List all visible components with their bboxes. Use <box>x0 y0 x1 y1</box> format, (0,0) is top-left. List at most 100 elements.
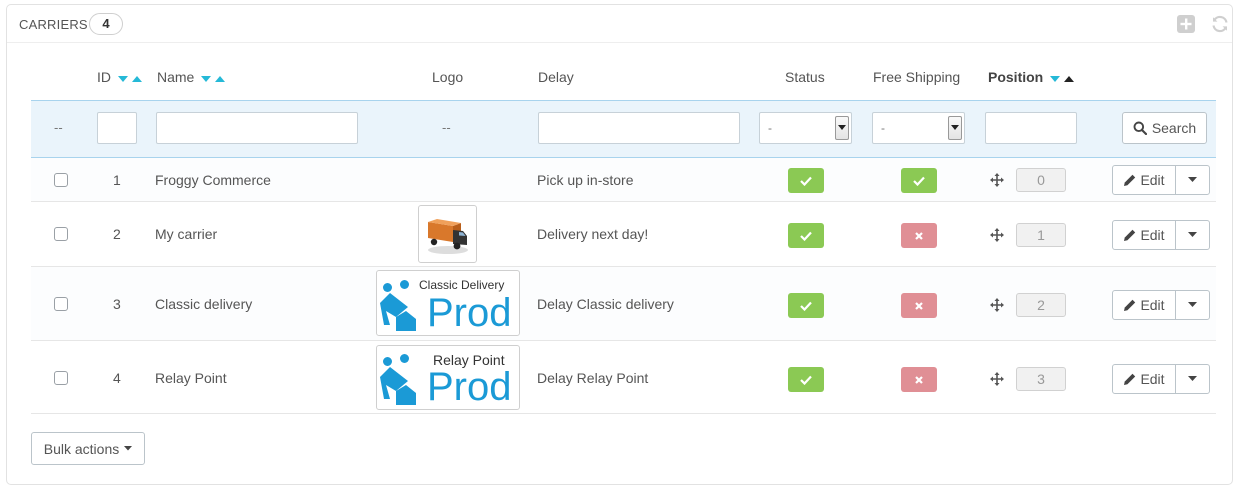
carrier-id: 3 <box>113 296 121 312</box>
column-label: ID <box>97 69 111 85</box>
truck-icon <box>428 219 468 254</box>
logo-filter-placeholder: -- <box>442 120 451 135</box>
selected-value: - <box>881 121 885 135</box>
row-actions: Edit <box>1112 220 1210 250</box>
bulk-actions-button[interactable]: Bulk actions <box>31 432 145 465</box>
filter-free-shipping-select[interactable]: - <box>872 112 965 144</box>
chevron-down-icon <box>951 125 959 130</box>
edit-button[interactable]: Edit <box>1113 291 1176 319</box>
row-checkbox[interactable] <box>54 297 68 311</box>
drag-handle[interactable] <box>990 173 1004 190</box>
position-value: 3 <box>1016 367 1066 391</box>
sort-asc-icon[interactable] <box>1064 75 1075 83</box>
table-row: 3 Classic delivery Classic Delivery Prod… <box>31 267 1216 341</box>
free-shipping-disabled-toggle[interactable] <box>901 223 937 248</box>
edit-label: Edit <box>1140 371 1165 387</box>
prod-logo-icon <box>380 280 416 331</box>
sort-controls-position <box>1050 70 1075 86</box>
search-button[interactable]: Search <box>1122 112 1207 144</box>
carrier-id: 2 <box>113 226 121 242</box>
sort-controls-name <box>201 70 226 86</box>
filter-delay-input[interactable] <box>538 112 740 144</box>
status-enabled-toggle[interactable] <box>788 367 824 392</box>
filter-position-input[interactable] <box>985 112 1077 144</box>
bulk-actions-label: Bulk actions <box>43 440 120 457</box>
prod-logo-icon <box>380 354 416 405</box>
position-value: 2 <box>1016 293 1066 317</box>
column-header-delay: Delay <box>538 69 574 85</box>
row-checkbox[interactable] <box>54 227 68 241</box>
carrier-count-badge: 4 <box>89 13 123 35</box>
drag-handle[interactable] <box>990 372 1004 389</box>
carrier-id: 1 <box>113 172 121 188</box>
move-icon <box>990 173 1004 187</box>
cross-icon <box>915 231 923 240</box>
caret-down-icon <box>1188 376 1197 381</box>
carrier-delay: Delivery next day! <box>537 226 649 242</box>
status-enabled-toggle[interactable] <box>788 168 824 193</box>
check-icon <box>913 176 925 186</box>
cross-icon <box>915 375 923 384</box>
filter-status-select[interactable]: - <box>759 112 852 144</box>
sort-asc-icon[interactable] <box>131 75 142 83</box>
sort-desc-icon[interactable] <box>1050 75 1061 83</box>
table-row: 4 Relay Point Relay Point Prod Delay Rel… <box>31 341 1216 414</box>
sort-desc-icon[interactable] <box>117 75 128 83</box>
edit-button[interactable]: Edit <box>1113 166 1176 194</box>
add-carrier-button[interactable] <box>1175 13 1197 35</box>
filter-id-input[interactable] <box>97 112 137 144</box>
search-label: Search <box>1151 120 1197 136</box>
carrier-name: Froggy Commerce <box>155 172 271 188</box>
carrier-logo <box>418 205 477 263</box>
drag-handle[interactable] <box>990 228 1004 245</box>
row-checkbox[interactable] <box>54 371 68 385</box>
carrier-delay: Delay Relay Point <box>537 370 649 386</box>
pencil-icon <box>1124 299 1136 311</box>
position-value: 0 <box>1016 168 1066 192</box>
select-arrow <box>835 116 849 140</box>
status-enabled-toggle[interactable] <box>788 223 824 248</box>
row-actions-dropdown[interactable] <box>1176 365 1209 393</box>
check-icon <box>800 375 812 385</box>
filter-name-input[interactable] <box>156 112 358 144</box>
drag-handle[interactable] <box>990 298 1004 315</box>
column-header-id: ID <box>97 69 142 86</box>
logo-brand: Prod <box>427 291 512 335</box>
free-shipping-disabled-toggle[interactable] <box>901 293 937 318</box>
refresh-list-button[interactable] <box>1209 13 1231 35</box>
search-icon <box>1133 121 1147 135</box>
column-header-status: Status <box>785 69 825 85</box>
check-icon <box>800 301 812 311</box>
sort-asc-icon[interactable] <box>215 75 226 83</box>
table-row: 1 Froggy Commerce Pick up in-store 0 Edi… <box>31 158 1216 202</box>
free-shipping-disabled-toggle[interactable] <box>901 367 937 392</box>
row-actions: Edit <box>1112 165 1210 195</box>
edit-label: Edit <box>1140 172 1165 188</box>
move-icon <box>990 228 1004 242</box>
column-label: Name <box>157 69 195 85</box>
logo-caption: Classic Delivery <box>419 278 505 292</box>
panel-title: Carriers <box>19 17 88 32</box>
free-shipping-enabled-toggle[interactable] <box>901 168 937 193</box>
refresh-icon <box>1212 15 1228 33</box>
column-header-free-shipping: Free Shipping <box>873 69 961 85</box>
logo-brand: Prod <box>427 365 512 409</box>
row-checkbox[interactable] <box>54 173 68 187</box>
carrier-name: My carrier <box>155 226 218 242</box>
pencil-icon <box>1124 229 1136 241</box>
sort-desc-icon[interactable] <box>201 75 212 83</box>
check-icon <box>800 176 812 186</box>
selected-value: - <box>768 121 772 135</box>
table-row: 2 My carrier Delivery next day! 1 Edit <box>31 202 1216 267</box>
edit-label: Edit <box>1140 297 1165 313</box>
pencil-icon <box>1124 373 1136 385</box>
row-actions-dropdown[interactable] <box>1176 291 1209 319</box>
edit-button[interactable]: Edit <box>1113 221 1176 249</box>
row-actions-dropdown[interactable] <box>1176 221 1209 249</box>
status-enabled-toggle[interactable] <box>788 293 824 318</box>
edit-label: Edit <box>1140 227 1165 243</box>
row-actions: Edit <box>1112 290 1210 320</box>
edit-button[interactable]: Edit <box>1113 365 1176 393</box>
row-actions-dropdown[interactable] <box>1176 166 1209 194</box>
carrier-delay: Delay Classic delivery <box>537 296 674 312</box>
